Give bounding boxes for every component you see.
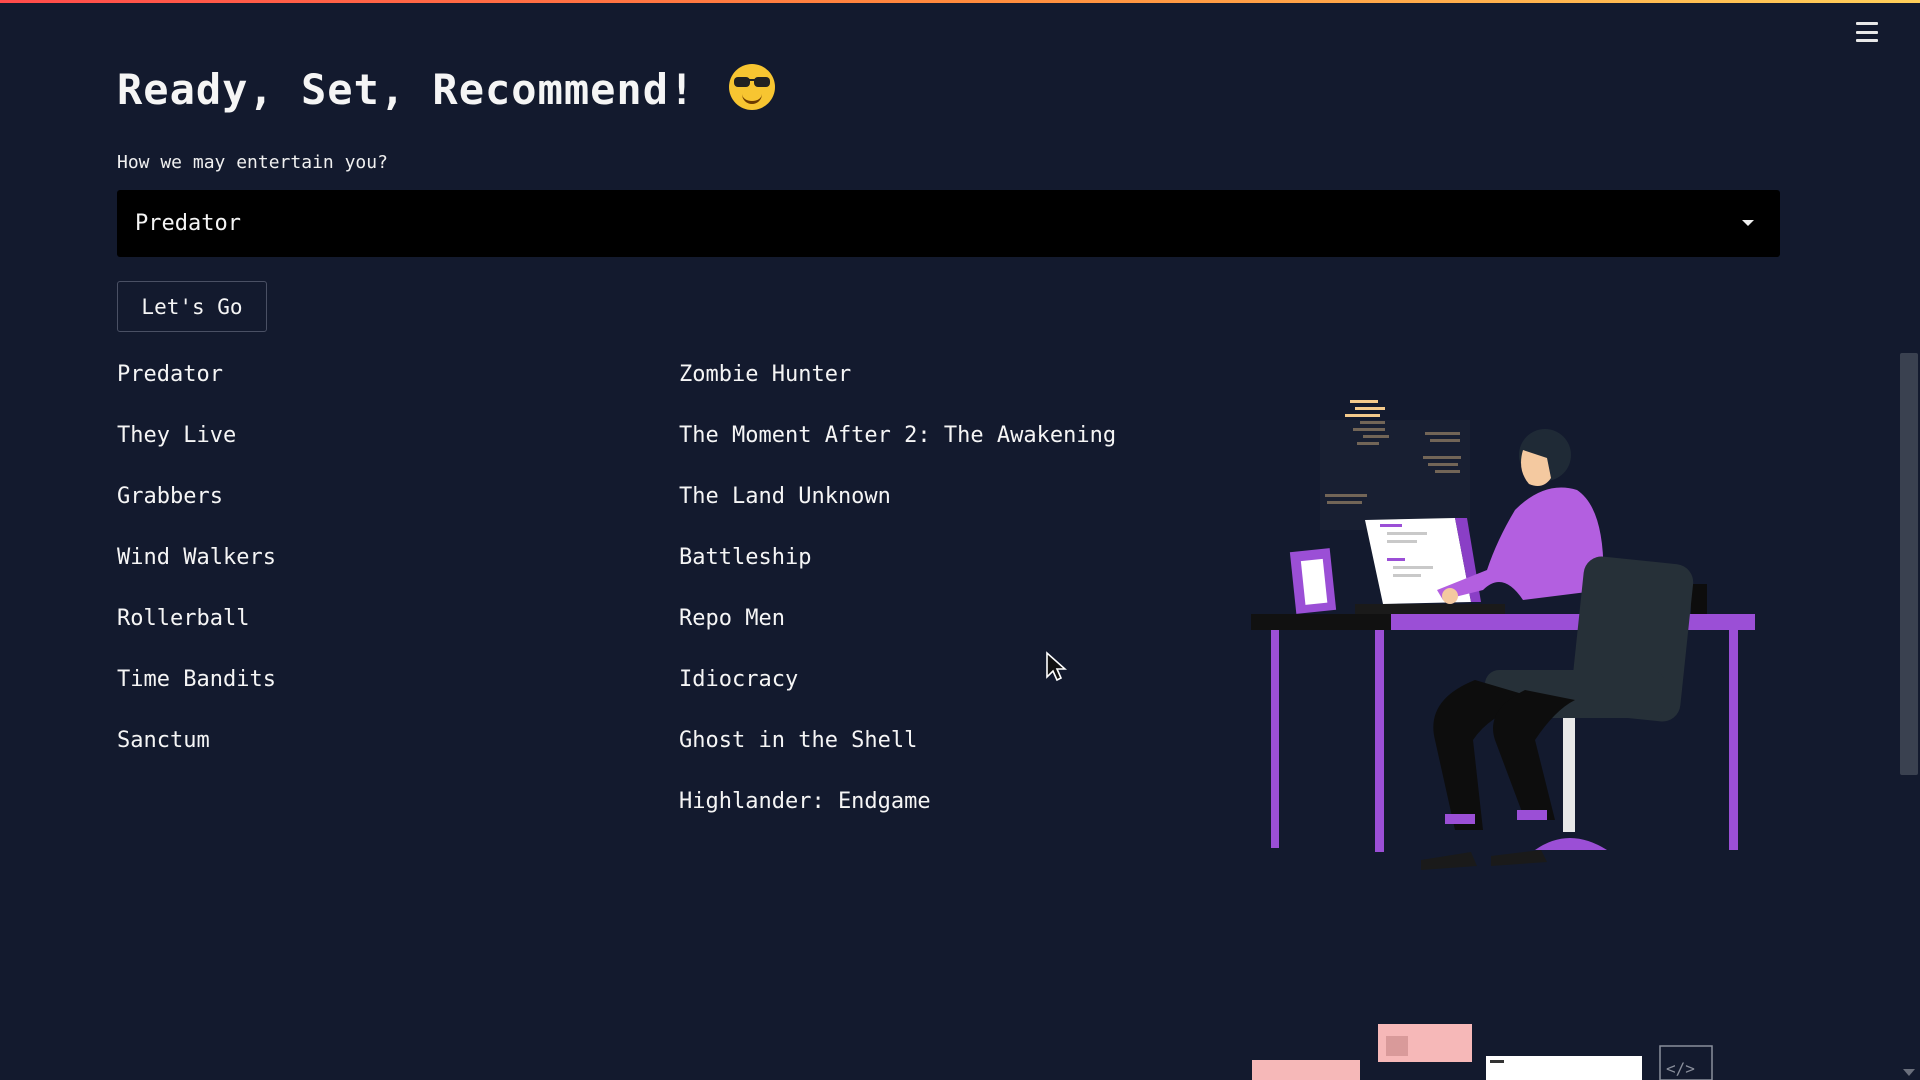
results-column-2: Zombie Hunter The Moment After 2: The Aw… <box>679 359 1116 847</box>
smiling-face-with-sunglasses-icon <box>729 64 776 110</box>
result-item: The Moment After 2: The Awakening <box>679 423 1117 448</box>
top-accent-bar <box>0 0 1920 3</box>
result-item: Battleship <box>679 545 812 570</box>
scrollbar-thumb[interactable] <box>1900 353 1918 775</box>
movie-select[interactable]: Predator <box>117 190 1780 257</box>
search-label: How we may entertain you? <box>117 152 388 173</box>
result-item: Grabbers <box>117 484 223 509</box>
result-item: Highlander: Endgame <box>679 789 931 814</box>
result-item: Sanctum <box>117 728 210 753</box>
mouse-cursor-icon <box>1046 651 1067 682</box>
page-title-text: Ready, Set, Recommend! <box>117 65 696 114</box>
movie-select-value: Predator <box>135 211 241 236</box>
web-pages-illustration: </> <box>1252 1024 1713 1080</box>
result-item: Rollerball <box>117 606 250 631</box>
result-item: Predator <box>117 362 223 387</box>
hamburger-menu-icon[interactable] <box>1856 22 1878 42</box>
chevron-down-icon[interactable] <box>1742 220 1754 226</box>
result-item: Time Bandits <box>117 667 276 692</box>
result-item: Zombie Hunter <box>679 362 852 387</box>
page-title: Ready, Set, Recommend! <box>117 64 776 114</box>
page-scrollbar[interactable] <box>1898 0 1920 1080</box>
result-item: They Live <box>117 423 237 448</box>
result-item: Wind Walkers <box>117 545 276 570</box>
svg-text:</>: </> <box>1666 1059 1695 1078</box>
result-item: Ghost in the Shell <box>679 728 918 753</box>
lets-go-button[interactable]: Let's Go <box>117 281 267 332</box>
result-item: The Land Unknown <box>679 484 891 509</box>
developer-at-desk-illustration <box>1251 400 1755 870</box>
results-column-1: Predator They Live Grabbers Wind Walkers… <box>117 359 276 786</box>
scroll-down-arrow-icon[interactable] <box>1903 1069 1915 1076</box>
